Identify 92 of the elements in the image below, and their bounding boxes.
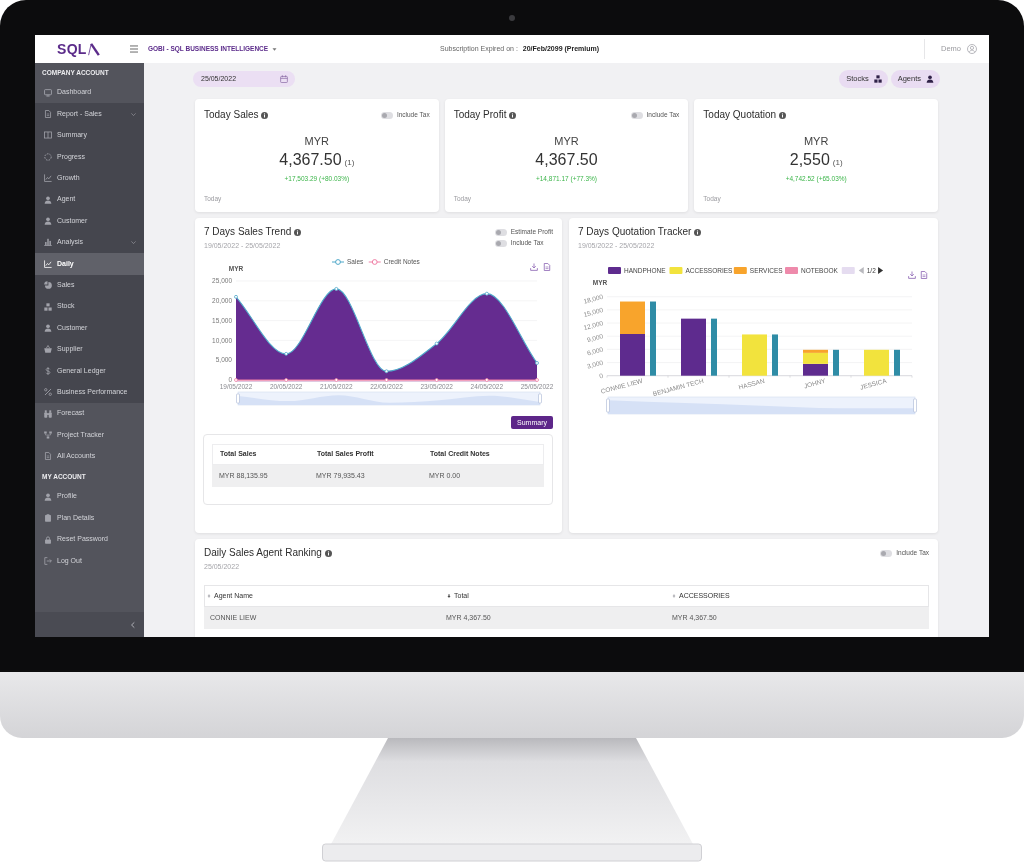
person-icon	[44, 195, 52, 204]
count-value: (1)	[344, 156, 355, 169]
download-icon[interactable]	[530, 263, 538, 271]
toggle-switch[interactable]	[380, 111, 393, 119]
chevron-left-icon	[130, 620, 136, 629]
amount-value: 4,367.50	[279, 150, 342, 169]
data-point	[535, 361, 539, 365]
card-title: 7 Days Quotation Tracker	[578, 225, 692, 239]
data-point	[434, 341, 439, 346]
info-icon	[694, 228, 702, 236]
download-icon[interactable]	[908, 271, 916, 279]
person-icon	[44, 492, 52, 501]
bar-segment	[620, 301, 645, 334]
data-point	[284, 351, 289, 356]
data-point	[434, 378, 439, 382]
zoom-slider[interactable]	[606, 396, 917, 415]
total-bar	[772, 334, 778, 376]
document-icon	[44, 452, 52, 461]
data-point	[284, 378, 289, 382]
calendar-icon	[280, 75, 288, 83]
logo-mark-icon	[87, 42, 100, 56]
total-bar	[894, 349, 900, 376]
info-icon	[509, 111, 517, 119]
document-icon[interactable]	[921, 271, 927, 279]
webcam-icon	[509, 15, 515, 21]
toggle-switch[interactable]	[880, 549, 893, 557]
document-icon	[44, 110, 52, 119]
data-point	[535, 378, 539, 382]
info-icon	[261, 111, 269, 119]
info-icon	[324, 549, 332, 557]
bar-segment	[620, 334, 645, 376]
card-title: 7 Days Sales Trend	[204, 225, 292, 239]
basket-icon	[44, 345, 52, 354]
currency-label: MYR	[803, 135, 829, 148]
line-chart-icon	[44, 259, 52, 268]
data-point	[384, 369, 389, 374]
monitor-icon	[44, 88, 52, 97]
slider-handle[interactable]	[236, 393, 240, 404]
data-point	[234, 378, 238, 382]
data-point	[234, 294, 238, 299]
person-icon	[44, 217, 52, 226]
info-icon	[294, 228, 302, 236]
slider-handle[interactable]	[606, 398, 610, 413]
boxes-icon	[44, 302, 52, 311]
zoom-slider[interactable]	[236, 391, 542, 406]
card-title: Today Sales	[204, 108, 259, 122]
logout-icon	[44, 556, 52, 565]
document-icon[interactable]	[544, 263, 550, 271]
bar-segment	[742, 334, 767, 376]
toggle-switch[interactable]	[630, 111, 643, 119]
currency-label: MYR	[304, 135, 330, 148]
logo-text: SQL	[57, 41, 87, 57]
toggle-switch[interactable]	[494, 239, 507, 247]
card-title: Today Quotation	[703, 108, 777, 122]
person-icon	[44, 324, 52, 332]
count-value: (1)	[832, 156, 843, 169]
line-chart-icon	[44, 174, 52, 183]
boxes-icon	[873, 75, 882, 83]
user-icon[interactable]	[967, 44, 977, 54]
amount-value: 2,550	[789, 150, 830, 169]
lock-icon	[44, 535, 52, 544]
total-bar	[711, 318, 717, 376]
amount-value: 4,367.50	[535, 150, 598, 169]
caret-down-icon	[272, 46, 278, 52]
slider-handle[interactable]	[538, 393, 542, 404]
info-icon	[779, 111, 787, 119]
bar-segment	[864, 349, 889, 376]
spinner-icon	[44, 152, 52, 161]
clipboard-icon	[44, 514, 52, 523]
toggle-switch[interactable]	[494, 228, 507, 236]
card-title: Daily Sales Agent Ranking	[204, 546, 322, 560]
data-point	[484, 378, 489, 382]
menu-icon[interactable]	[129, 45, 139, 53]
data-point	[384, 378, 389, 382]
dollar-icon	[44, 366, 52, 375]
data-point	[334, 287, 339, 291]
card-title: Today Profit	[453, 108, 507, 122]
binoculars-icon	[44, 409, 52, 418]
bar-segment	[681, 318, 706, 376]
next-page-icon[interactable]	[878, 267, 884, 274]
currency-label: MYR	[554, 135, 579, 148]
pie-chart-icon	[44, 281, 52, 290]
collapse-button[interactable]	[130, 620, 136, 629]
percent-icon	[44, 388, 52, 397]
columns-icon	[44, 131, 52, 140]
hierarchy-icon	[44, 430, 52, 439]
slider-handle[interactable]	[913, 398, 917, 413]
data-point	[334, 378, 339, 382]
person-icon	[926, 75, 934, 83]
total-bar	[833, 349, 839, 376]
data-point	[484, 291, 489, 296]
bar-chart-icon	[44, 238, 52, 247]
